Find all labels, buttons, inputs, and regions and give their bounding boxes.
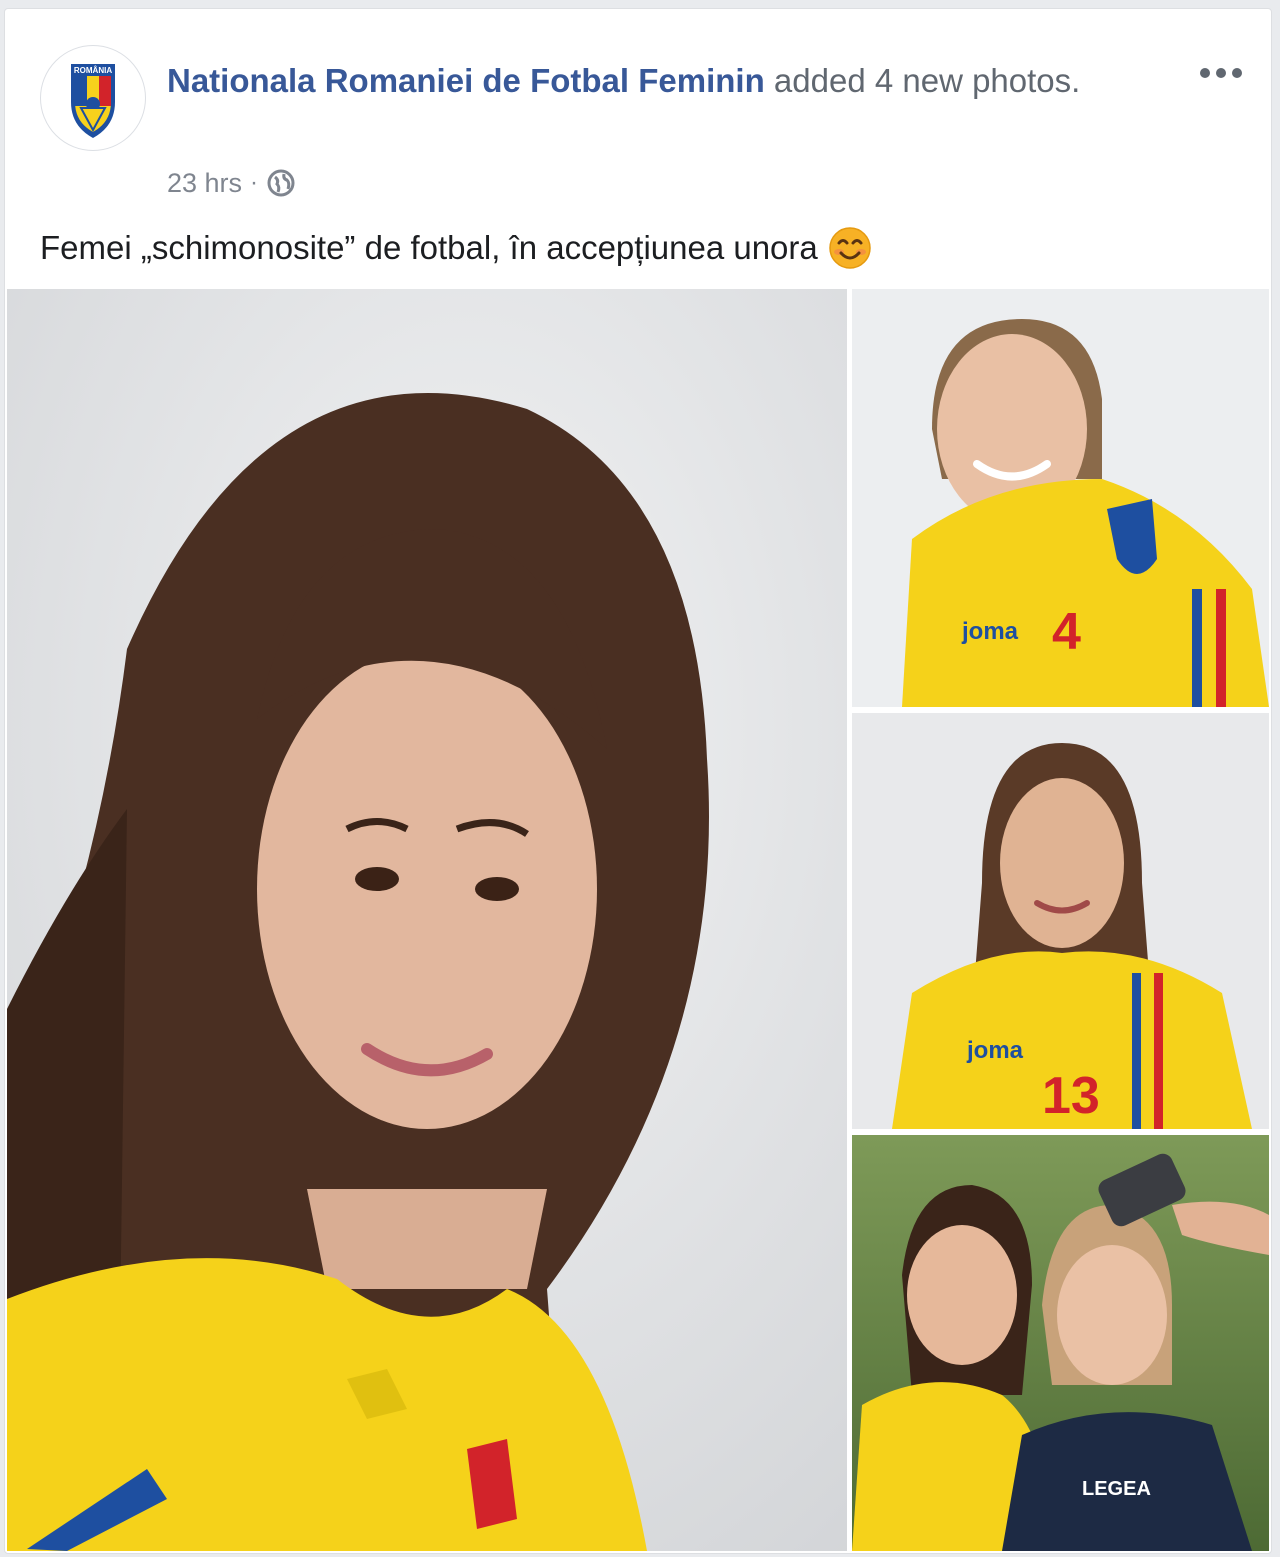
more-options-button[interactable]	[1191, 53, 1251, 93]
photo-2-image: 4 joma	[852, 289, 1269, 707]
post-message: Femei „schimonosite” de fotbal, în accep…	[40, 221, 872, 275]
photo-3-image: 13 joma	[852, 713, 1269, 1129]
photo-4-image: LEGEA	[852, 1135, 1269, 1551]
photo-3-jersey-brand: joma	[966, 1037, 1024, 1064]
logo-text: ROMÂNIA	[74, 66, 112, 75]
frf-logo: ROMÂNIA	[71, 64, 115, 138]
smiling-face-emoji-icon	[828, 226, 872, 270]
post-card: ROMÂNIA Nationala Romaniei de Fotbal Fem…	[4, 8, 1272, 1554]
page-avatar[interactable]: ROMÂNIA	[40, 45, 146, 151]
post-timestamp[interactable]: 23 hrs	[167, 164, 242, 202]
photo-1-image	[7, 289, 847, 1551]
more-options-icon	[1200, 68, 1242, 78]
globe-icon[interactable]	[266, 168, 296, 198]
photo-3-jersey-number: 13	[1042, 1067, 1100, 1125]
page-name-link[interactable]: Nationala Romaniei de Fotbal Feminin	[167, 62, 765, 99]
svg-text:4: 4	[1052, 603, 1081, 661]
photo-4-jersey-brand: LEGEA	[1082, 1478, 1151, 1500]
photo-3[interactable]: 13 joma	[852, 713, 1269, 1129]
photo-2-jersey-brand: joma	[961, 618, 1019, 645]
photo-2[interactable]: 4 joma	[852, 289, 1269, 707]
post-action-text: added 4 new photos.	[764, 62, 1081, 99]
post-meta: 23 hrs ·	[167, 164, 296, 202]
post-header: Nationala Romaniei de Fotbal Feminin add…	[167, 53, 1157, 109]
post-message-text: Femei „schimonosite” de fotbal, în accep…	[40, 229, 818, 266]
photo-4[interactable]: LEGEA	[852, 1135, 1269, 1551]
photo-1[interactable]	[7, 289, 847, 1551]
meta-separator: ·	[250, 169, 259, 196]
